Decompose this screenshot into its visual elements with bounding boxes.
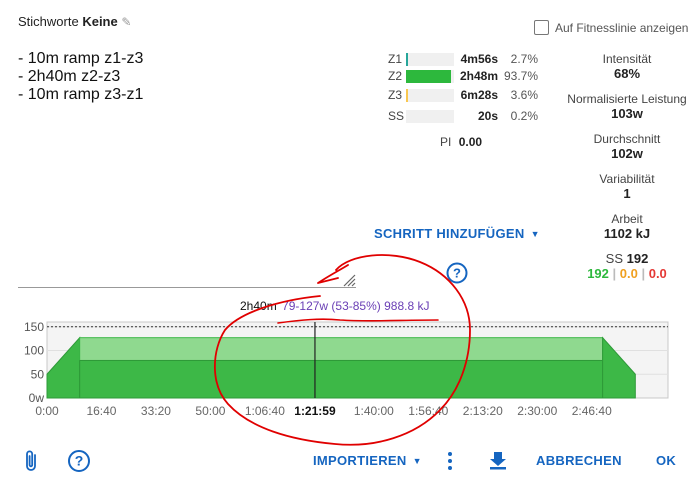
- np-label: Normalisierte Leistung: [567, 92, 687, 106]
- more-vert-icon[interactable]: [445, 451, 455, 471]
- x-tick-label: 1:06:40: [245, 404, 285, 418]
- import-button[interactable]: IMPORTIEREN ▼: [313, 453, 422, 468]
- ss-value: 192: [626, 251, 649, 266]
- import-label: IMPORTIEREN: [313, 453, 407, 468]
- x-tick-label: 2:30:00: [517, 404, 557, 418]
- paperclip-icon[interactable]: [22, 449, 42, 473]
- help-icon[interactable]: ?: [67, 449, 91, 473]
- add-step-button[interactable]: SCHRITT HINZUFÜGEN ▼: [374, 226, 540, 241]
- x-tick-label: 1:21:59: [294, 404, 336, 418]
- ss-split: 192 | 0.0 | 0.0: [587, 266, 667, 281]
- zone-time: 2h48m: [459, 69, 498, 83]
- stats-panel: Intensität 68% Normalisierte Leistung 10…: [557, 52, 690, 281]
- step-range-band: [79, 337, 604, 361]
- zone-bar: [406, 109, 454, 123]
- zone-time: 6m28s: [460, 88, 498, 102]
- zone-label: Z3: [388, 88, 403, 102]
- hover-info: 2h40m 79-127w (53-85%) 988.8 kJ: [240, 299, 429, 313]
- zone-bar: [406, 88, 454, 102]
- caret-down-icon: ▼: [412, 455, 422, 466]
- zone-row-z1: Z1 4m56s 2.7%: [388, 51, 538, 67]
- zone-row-z2: Z2 2h48m 93.7%: [388, 68, 538, 84]
- zone-time: 4m56s: [460, 52, 498, 66]
- pi-value: 0.00: [458, 135, 483, 149]
- ss-split-green: 192: [587, 266, 609, 281]
- workout-chart[interactable]: 150 100 50 0w0:00 16:40 33:20 50:00 1:06:40 1:21…: [0, 318, 690, 422]
- keywords-value: Keine: [82, 14, 118, 29]
- zone-pct: 93.7%: [504, 69, 539, 83]
- y-tick-label: 100: [24, 344, 44, 358]
- x-tick-label: 2:13:20: [463, 404, 503, 418]
- cancel-button[interactable]: ABBRECHEN: [536, 453, 622, 468]
- y-tick-label: 0w: [29, 391, 45, 405]
- work-value: 1102 kJ: [603, 226, 651, 241]
- pi-readout: PI 0.00: [440, 135, 482, 149]
- np-value: 103w: [611, 106, 643, 121]
- workout-description[interactable]: - 10m ramp z1-z3 - 2h40m z2-z3 - 10m ram…: [18, 50, 143, 104]
- zone-label: Z2: [388, 69, 403, 83]
- zone-pct: 0.2%: [510, 109, 538, 123]
- intensity-label: Intensität: [602, 52, 652, 66]
- caret-down-icon: ▼: [530, 228, 540, 239]
- zone-label: SS: [388, 109, 405, 123]
- keywords-label: Stichworte: [18, 14, 79, 29]
- avg-value: 102w: [611, 146, 643, 161]
- zone-row-z3: Z3 6m28s 3.6%: [388, 87, 538, 103]
- intensity-value: 68%: [613, 66, 641, 81]
- x-tick-label: 33:20: [141, 404, 171, 418]
- description-line: - 10m ramp z1-z3: [18, 50, 144, 67]
- download-icon[interactable]: [488, 450, 508, 470]
- avg-label: Durchschnitt: [593, 132, 661, 146]
- zone-pct: 2.7%: [510, 52, 538, 66]
- zone-label: Z1: [388, 52, 403, 66]
- resize-handle-icon[interactable]: [340, 273, 356, 287]
- fitness-checkbox-label: Auf Fitnesslinie anzeigen: [555, 20, 689, 35]
- zone-bar: [406, 69, 454, 83]
- ok-button[interactable]: OK: [656, 453, 676, 468]
- fitness-line-toggle[interactable]: Auf Fitnesslinie anzeigen: [534, 20, 688, 35]
- ss-split-orange: 0.0: [619, 266, 638, 281]
- x-tick-label: 1:56:40: [408, 404, 448, 418]
- fitness-checkbox[interactable]: [534, 20, 549, 35]
- pi-label: PI: [440, 135, 452, 149]
- x-tick-label: 1:40:00: [354, 404, 394, 418]
- zone-time: 20s: [477, 109, 498, 123]
- variability-label: Variabilität: [599, 172, 655, 186]
- help-icon[interactable]: ?: [446, 262, 468, 284]
- svg-text:?: ?: [75, 453, 84, 469]
- x-tick-label: 0:00: [35, 404, 59, 418]
- editor-divider: [18, 287, 356, 288]
- zone-pct: 3.6%: [510, 88, 538, 102]
- y-tick-label: 150: [24, 320, 44, 334]
- y-tick-label: 50: [31, 367, 45, 381]
- description-line: - 2h40m z2-z3: [18, 68, 121, 85]
- work-label: Arbeit: [611, 212, 643, 226]
- x-tick-label: 2:46:40: [572, 404, 612, 418]
- ss-split-red: 0.0: [648, 266, 667, 281]
- edit-icon[interactable]: ✎: [121, 15, 131, 29]
- ss-label: SS: [605, 251, 623, 266]
- variability-value: 1: [623, 186, 631, 201]
- x-tick-label: 16:40: [86, 404, 116, 418]
- keywords[interactable]: Stichworte Keine ✎: [18, 14, 131, 29]
- svg-text:?: ?: [453, 266, 461, 281]
- zone-fill: [406, 69, 451, 83]
- zone-fill: [406, 52, 408, 66]
- hover-duration: 2h40m: [240, 299, 277, 313]
- description-line: - 10m ramp z3-z1: [18, 86, 144, 103]
- zone-fill: [406, 88, 408, 102]
- step-main: [79, 359, 604, 399]
- zone-bar: [406, 52, 454, 66]
- zone-row-ss: SS 20s 0.2%: [388, 108, 538, 124]
- hover-range: 79-127w (53-85%) 988.8 kJ: [282, 299, 430, 313]
- add-step-label: SCHRITT HINZUFÜGEN: [374, 226, 525, 241]
- x-tick-label: 50:00: [195, 404, 225, 418]
- ss-readout: SS 192: [557, 251, 690, 266]
